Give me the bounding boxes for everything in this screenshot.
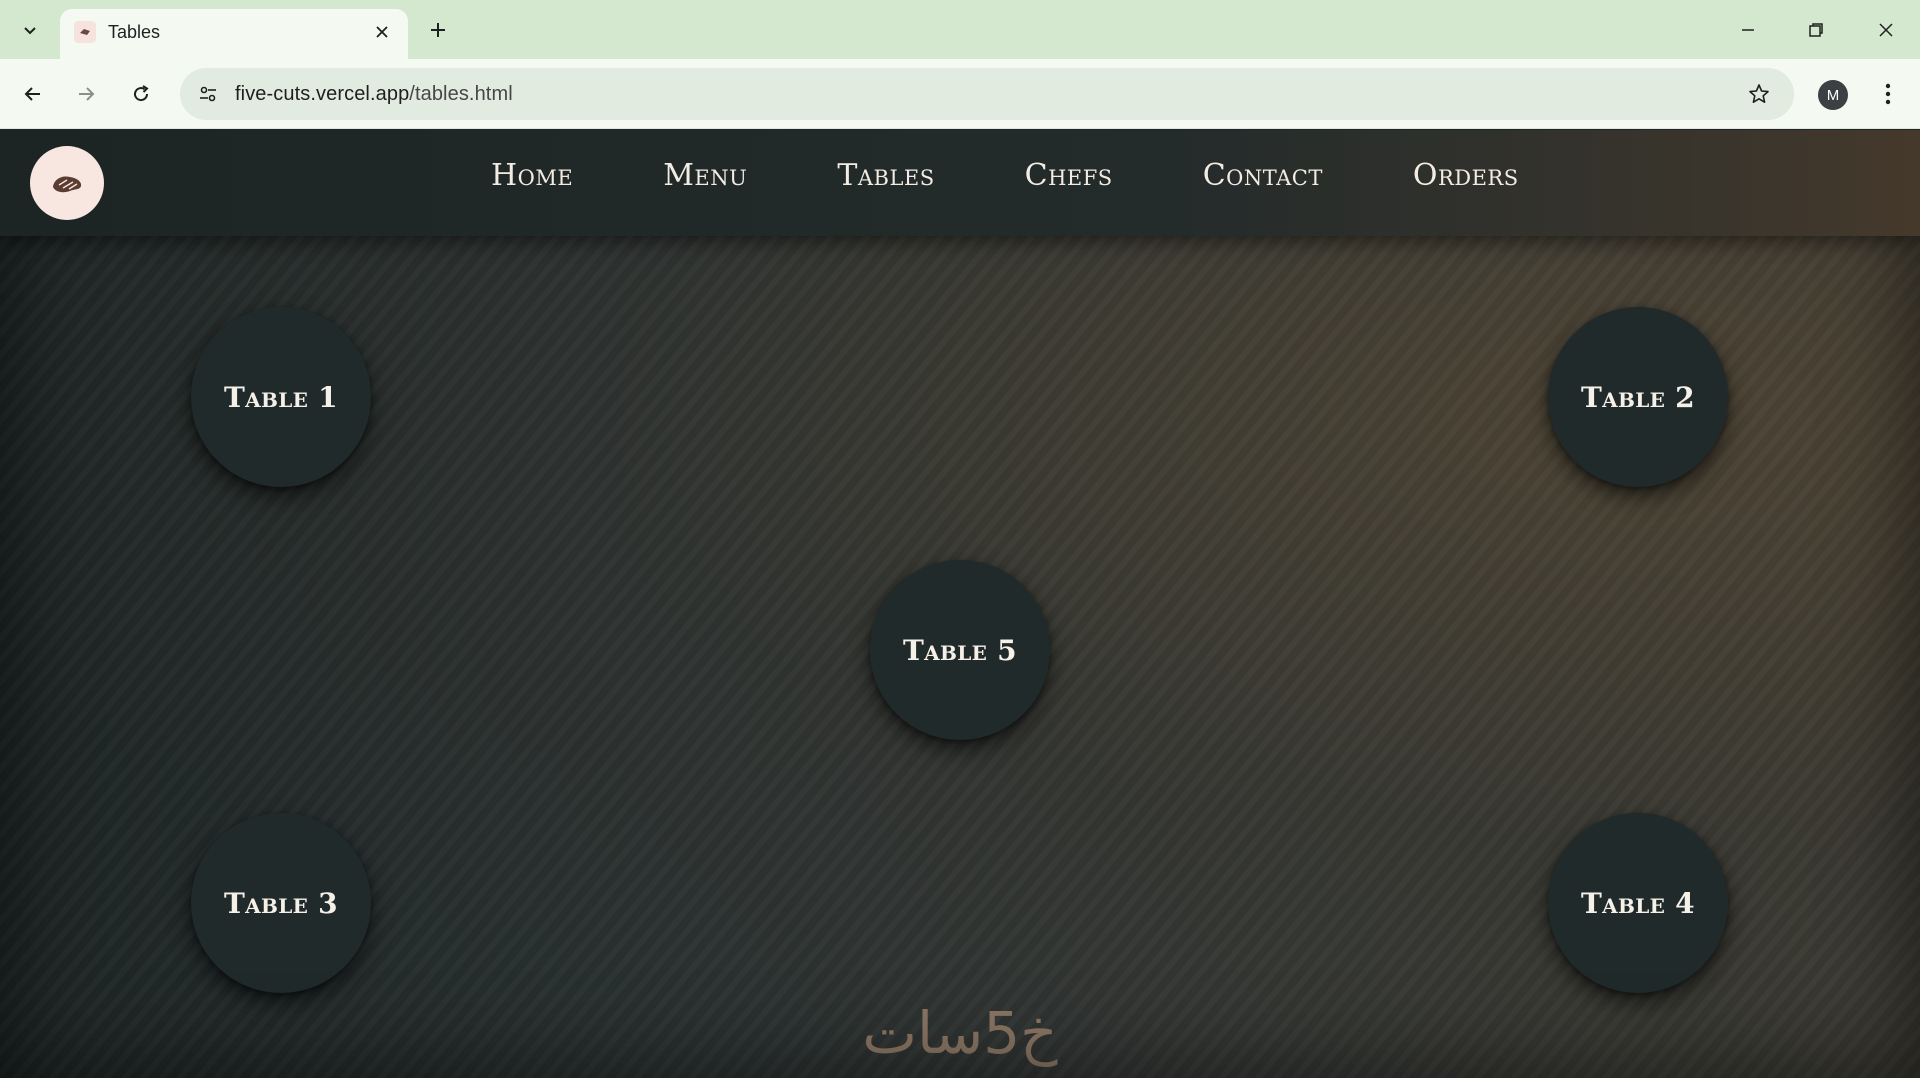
site-logo[interactable] <box>30 146 104 220</box>
profile-avatar[interactable]: M <box>1818 80 1848 110</box>
table-5-button[interactable]: Table 5 <box>870 560 1050 740</box>
table-2-label: Table 2 <box>1581 380 1695 414</box>
browser-tab-active[interactable]: Tables <box>60 9 408 59</box>
browser-toolbar: five-cuts.vercel.app/tables.html M <box>0 59 1920 129</box>
back-arrow-icon[interactable] <box>13 74 53 114</box>
forward-arrow-icon[interactable] <box>66 74 106 114</box>
favicon-icon <box>74 21 96 43</box>
table-1-button[interactable]: Table 1 <box>191 307 371 487</box>
page-content: Home Menu Tables Chefs Contact Orders Ta… <box>0 130 1920 1078</box>
footer-brand-text: خ5سات <box>862 999 1058 1067</box>
url-host: five-cuts.vercel.app <box>235 83 410 105</box>
close-tab-icon[interactable] <box>368 18 396 46</box>
footer-brand-mark: خ5سات <box>840 998 1080 1068</box>
main-nav: Home Menu Tables Chefs Contact Orders <box>491 158 1519 193</box>
nav-contact[interactable]: Contact <box>1203 158 1323 193</box>
restore-window-icon[interactable] <box>1782 0 1850 59</box>
table-3-label: Table 3 <box>224 886 338 920</box>
table-4-button[interactable]: Table 4 <box>1548 813 1728 993</box>
address-bar[interactable]: five-cuts.vercel.app/tables.html <box>180 68 1794 120</box>
table-4-label: Table 4 <box>1581 886 1695 920</box>
url-path: /tables.html <box>409 83 513 105</box>
tab-title: Tables <box>108 22 161 42</box>
more-options-icon[interactable] <box>1870 76 1906 112</box>
nav-chefs[interactable]: Chefs <box>1025 158 1113 193</box>
table-5-label: Table 5 <box>903 633 1017 667</box>
minimize-window-icon[interactable] <box>1714 0 1782 59</box>
reload-icon[interactable] <box>121 74 161 114</box>
tab-search-chevron-icon[interactable] <box>12 12 48 48</box>
new-tab-plus-icon[interactable] <box>420 12 456 48</box>
table-1-label: Table 1 <box>224 380 338 414</box>
table-2-button[interactable]: Table 2 <box>1548 307 1728 487</box>
close-window-icon[interactable] <box>1852 0 1920 59</box>
table-3-button[interactable]: Table 3 <box>191 813 371 993</box>
nav-home[interactable]: Home <box>491 158 573 193</box>
nav-tables[interactable]: Tables <box>837 158 934 193</box>
nav-orders[interactable]: Orders <box>1413 158 1519 193</box>
steak-icon <box>53 176 82 193</box>
site-settings-icon[interactable] <box>190 76 226 112</box>
nav-menu[interactable]: Menu <box>663 158 747 193</box>
bookmark-star-icon[interactable] <box>1744 79 1774 109</box>
browser-tabstrip: Tables <box>0 0 1920 59</box>
site-header: Home Menu Tables Chefs Contact Orders <box>0 130 1920 236</box>
url-text[interactable]: five-cuts.vercel.app/tables.html <box>235 83 513 106</box>
